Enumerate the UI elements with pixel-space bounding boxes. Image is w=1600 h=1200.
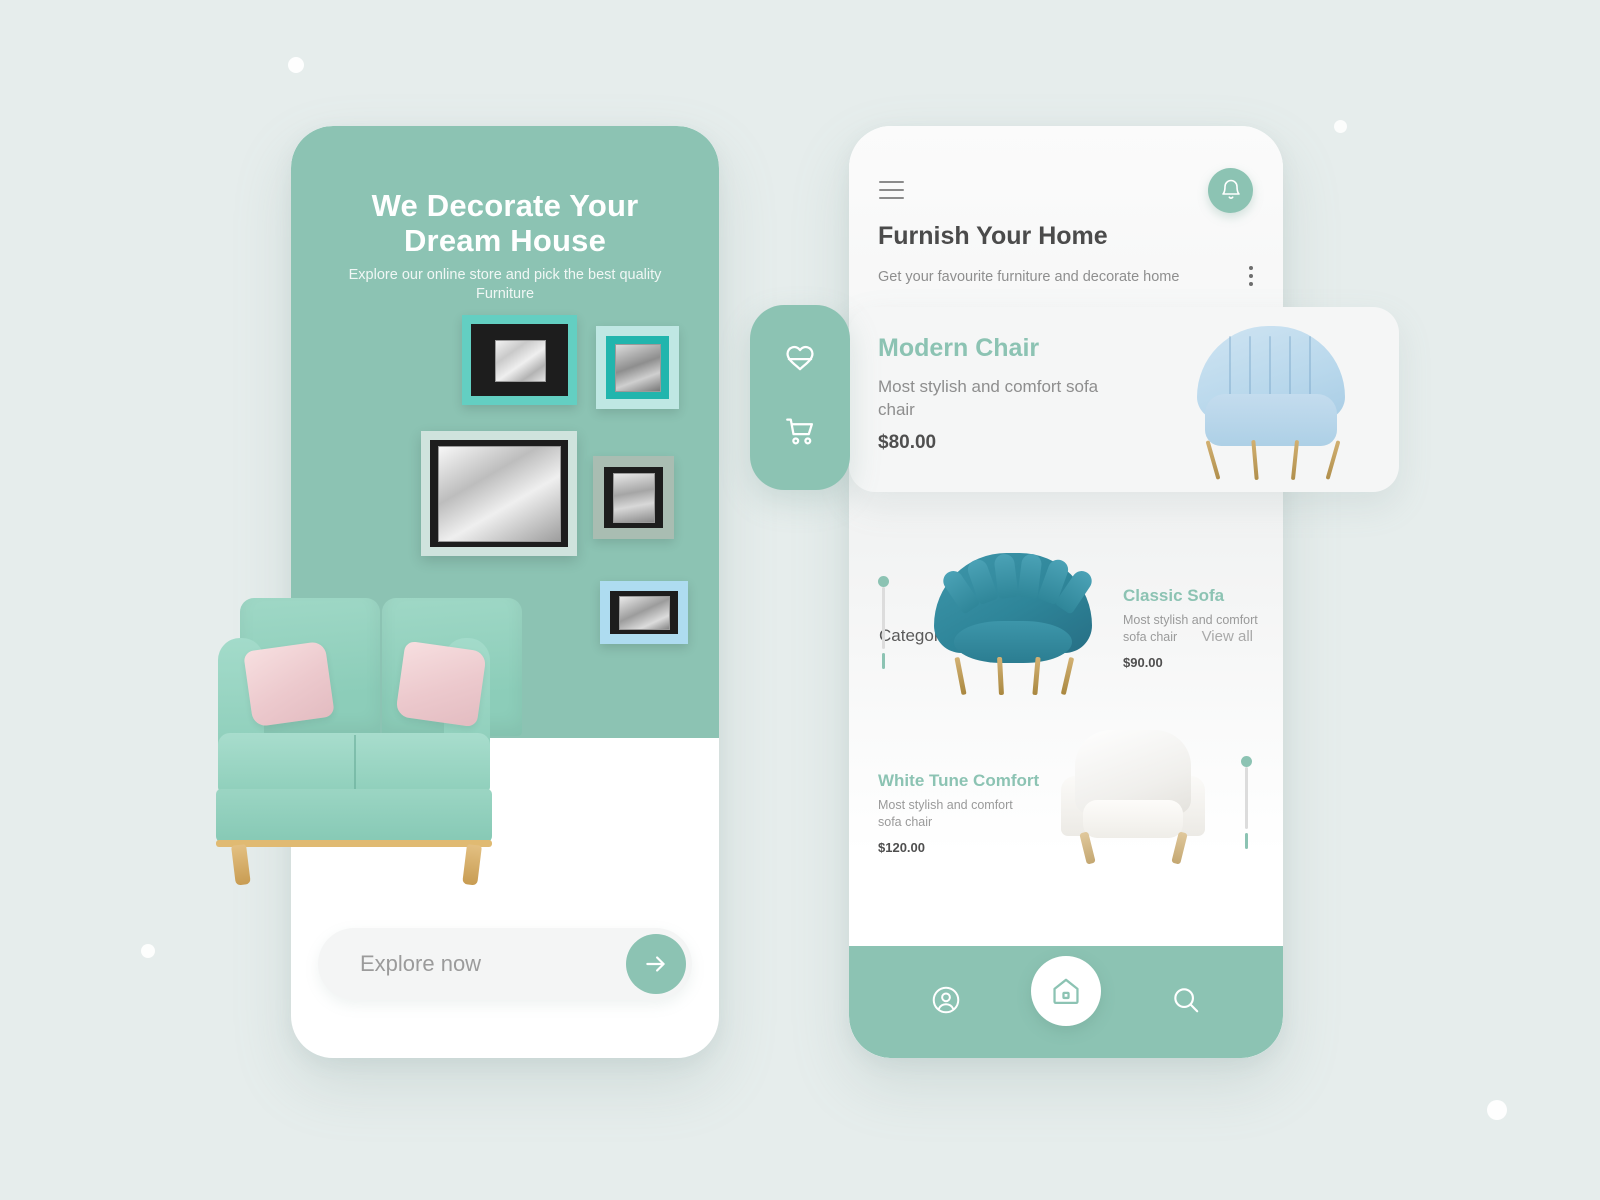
user-icon[interactable]	[930, 984, 962, 1021]
background-dot	[141, 944, 155, 958]
product-price: $90.00	[1123, 654, 1163, 670]
product-name: White Tune Comfort	[878, 771, 1040, 790]
picture-frame-icon	[600, 581, 688, 644]
onboarding-screen: We Decorate Your Dream House Explore our…	[216, 126, 719, 1058]
picture-frame-icon	[421, 431, 577, 556]
kebab-menu-icon[interactable]	[1249, 266, 1253, 286]
hamburger-menu-icon[interactable]	[879, 181, 904, 199]
product-description: Most stylish and comfort sofa chair	[1123, 613, 1258, 644]
page-subtitle: Get your favourite furniture and decorat…	[878, 269, 1180, 285]
hero-subheadline: Explore our online store and pick the be…	[348, 267, 662, 302]
explore-now-button[interactable]: Explore now	[318, 928, 692, 1000]
scroll-indicator[interactable]	[878, 576, 889, 669]
bell-icon[interactable]	[1208, 167, 1253, 213]
teal-shell-chair-image	[924, 552, 1104, 698]
picture-frame-icon	[462, 315, 577, 405]
heart-icon[interactable]	[783, 343, 817, 382]
product-price: $120.00	[878, 839, 925, 855]
list-item[interactable]: Classic Sofa Most stylish and comfort so…	[1123, 586, 1273, 670]
featured-product-price: $80.00	[878, 432, 937, 453]
picture-frame-icon	[593, 456, 674, 539]
top-bar	[849, 162, 1283, 218]
arrow-right-icon[interactable]	[626, 934, 686, 994]
background-dot	[1487, 1100, 1507, 1120]
home-icon[interactable]	[1030, 956, 1101, 1026]
list-item[interactable]: White Tune Comfort Most stylish and comf…	[878, 771, 1039, 855]
home-screen: Furnish Your Home Get your favourite fur…	[849, 126, 1283, 1058]
hero-panel: We Decorate Your Dream House Explore our…	[291, 126, 719, 738]
background-dot	[1334, 120, 1347, 133]
picture-frame-icon	[596, 326, 679, 409]
hero-headline: We Decorate Your Dream House	[371, 188, 639, 258]
cart-icon[interactable]	[783, 414, 817, 453]
white-armchair-image	[1053, 728, 1213, 868]
page-title: Furnish Your Home	[878, 222, 1108, 250]
product-name: Classic Sofa	[1123, 586, 1225, 605]
featured-product-name: Modern Chair	[878, 334, 1040, 362]
scroll-indicator[interactable]	[1241, 756, 1252, 849]
background-dot	[288, 57, 304, 73]
product-description: Most stylish and comfort sofa chair	[878, 798, 1013, 829]
quick-actions-panel	[750, 305, 850, 490]
bottom-navigation	[849, 946, 1283, 1058]
search-icon[interactable]	[1170, 984, 1202, 1021]
featured-product-description: Most stylish and comfort sofa chair	[878, 377, 1099, 420]
explore-now-label: Explore now	[360, 951, 482, 976]
light-blue-tub-chair-image	[1179, 322, 1359, 482]
featured-product-card[interactable]: Modern Chair Most stylish and comfort so…	[849, 307, 1399, 492]
